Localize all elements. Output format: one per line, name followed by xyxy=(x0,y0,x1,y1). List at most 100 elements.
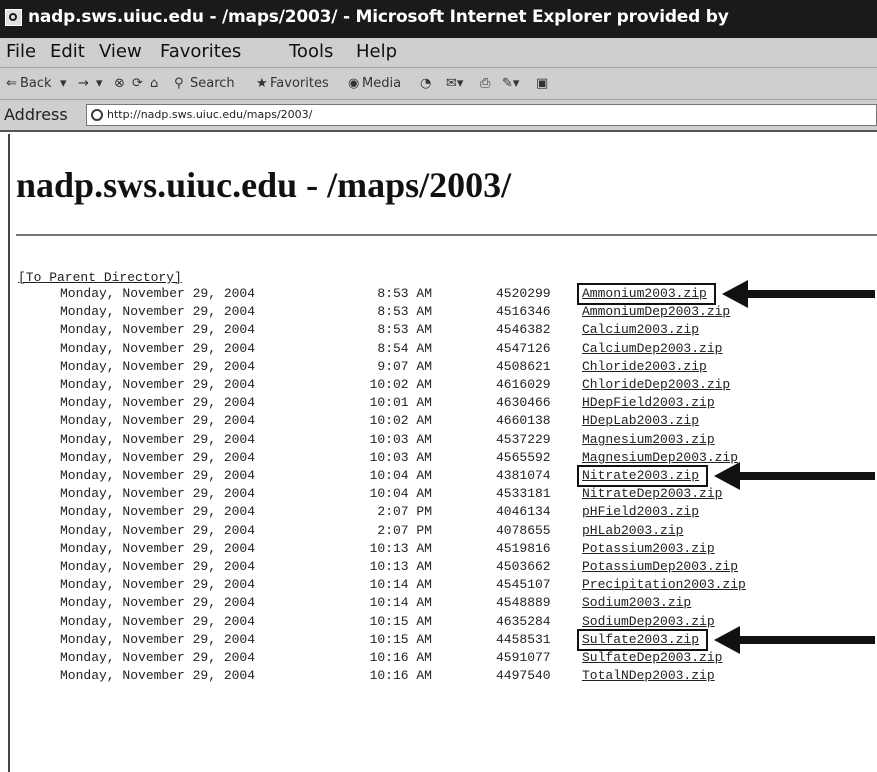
page-content: nadp.sws.uiuc.edu - /maps/2003/ [To Pare… xyxy=(0,134,877,772)
file-date: Monday, November 29, 2004 xyxy=(60,541,256,556)
file-time: 8:54 AM xyxy=(377,341,432,356)
back-arrow-icon: ⇐ xyxy=(6,76,17,91)
file-size: 4520299 xyxy=(496,286,551,301)
file-link[interactable]: CalciumDep2003.zip xyxy=(582,341,722,356)
file-link[interactable]: SodiumDep2003.zip xyxy=(582,614,715,629)
file-size: 4547126 xyxy=(496,341,551,356)
pointer-arrow xyxy=(714,462,875,490)
file-link[interactable]: pHLab2003.zip xyxy=(582,523,683,538)
file-date: Monday, November 29, 2004 xyxy=(60,632,256,647)
forward-icon[interactable]: → xyxy=(78,76,89,91)
file-link[interactable]: Magnesium2003.zip xyxy=(582,432,715,447)
file-date: Monday, November 29, 2004 xyxy=(60,359,256,374)
file-link[interactable]: SulfateDep2003.zip xyxy=(582,650,722,665)
file-time: 10:13 AM xyxy=(369,559,432,574)
highlight-box xyxy=(577,629,708,651)
back-dropdown-icon[interactable]: ▾ xyxy=(60,76,67,91)
file-time: 8:53 AM xyxy=(377,286,432,301)
file-date: Monday, November 29, 2004 xyxy=(60,413,256,428)
media-icon: ◉ xyxy=(348,76,360,91)
forward-dropdown-icon[interactable]: ▾ xyxy=(96,76,103,91)
file-date: Monday, November 29, 2004 xyxy=(60,341,256,356)
file-size: 4381074 xyxy=(496,468,551,483)
file-link[interactable]: Sodium2003.zip xyxy=(582,595,691,610)
window-left-border xyxy=(8,134,10,772)
file-size: 4503662 xyxy=(496,559,551,574)
address-bar: Address http://nadp.sws.uiuc.edu/maps/20… xyxy=(0,100,877,132)
menu-edit[interactable]: Edit xyxy=(50,41,85,62)
file-link[interactable]: HDepField2003.zip xyxy=(582,395,715,410)
file-date: Monday, November 29, 2004 xyxy=(60,614,256,629)
file-link[interactable]: AmmoniumDep2003.zip xyxy=(582,304,730,319)
file-link[interactable]: TotalNDep2003.zip xyxy=(582,668,715,683)
file-date: Monday, November 29, 2004 xyxy=(60,668,256,683)
file-time: 10:04 AM xyxy=(369,468,432,483)
menu-help[interactable]: Help xyxy=(356,41,397,62)
menu-favorites[interactable]: Favorites xyxy=(160,41,241,62)
stop-icon[interactable]: ⊗ xyxy=(114,76,125,91)
file-size: 4591077 xyxy=(496,650,551,665)
file-time: 10:13 AM xyxy=(369,541,432,556)
file-size: 4497540 xyxy=(496,668,551,683)
pointer-arrow xyxy=(722,280,875,308)
address-label: Address xyxy=(4,105,68,124)
file-size: 4630466 xyxy=(496,395,551,410)
file-time: 10:14 AM xyxy=(369,577,432,592)
file-time: 10:14 AM xyxy=(369,595,432,610)
page-title: nadp.sws.uiuc.edu - /maps/2003/ xyxy=(16,165,512,205)
file-time: 10:01 AM xyxy=(369,395,432,410)
favorites-button[interactable]: Favorites xyxy=(270,76,329,91)
file-link[interactable]: Calcium2003.zip xyxy=(582,322,699,337)
file-date: Monday, November 29, 2004 xyxy=(60,523,256,538)
media-button[interactable]: Media xyxy=(362,76,401,91)
menu-file[interactable]: File xyxy=(6,41,36,62)
file-size: 4516346 xyxy=(496,304,551,319)
file-time: 2:07 PM xyxy=(377,523,432,538)
file-link[interactable]: Chloride2003.zip xyxy=(582,359,707,374)
file-size: 4458531 xyxy=(496,632,551,647)
file-link[interactable]: HDepLab2003.zip xyxy=(582,413,699,428)
file-link[interactable]: NitrateDep2003.zip xyxy=(582,486,722,501)
mail-icon[interactable]: ✉▾ xyxy=(446,76,463,91)
file-time: 2:07 PM xyxy=(377,504,432,519)
highlight-box xyxy=(577,465,708,487)
search-button[interactable]: Search xyxy=(190,76,235,91)
file-time: 10:16 AM xyxy=(369,650,432,665)
ie-app-icon[interactable] xyxy=(5,9,22,26)
edit-icon[interactable]: ✎▾ xyxy=(502,76,519,91)
page-icon xyxy=(91,109,103,121)
file-link[interactable]: Precipitation2003.zip xyxy=(582,577,746,592)
file-link[interactable]: PotassiumDep2003.zip xyxy=(582,559,738,574)
menu-tools[interactable]: Tools xyxy=(289,41,333,62)
file-time: 10:02 AM xyxy=(369,413,432,428)
file-size: 4546382 xyxy=(496,322,551,337)
file-size: 4548889 xyxy=(496,595,551,610)
file-size: 4078655 xyxy=(496,523,551,538)
file-time: 10:15 AM xyxy=(369,614,432,629)
file-time: 8:53 AM xyxy=(377,304,432,319)
address-input[interactable]: http://nadp.sws.uiuc.edu/maps/2003/ xyxy=(86,104,877,126)
history-icon[interactable]: ◔ xyxy=(420,76,431,91)
address-value[interactable]: http://nadp.sws.uiuc.edu/maps/2003/ xyxy=(107,108,312,121)
file-date: Monday, November 29, 2004 xyxy=(60,450,256,465)
file-time: 10:03 AM xyxy=(369,450,432,465)
print-icon[interactable]: ⎙ xyxy=(480,76,490,91)
file-date: Monday, November 29, 2004 xyxy=(60,304,256,319)
menu-view[interactable]: View xyxy=(99,41,142,62)
refresh-icon[interactable]: ⟳ xyxy=(132,76,143,91)
file-date: Monday, November 29, 2004 xyxy=(60,432,256,447)
file-date: Monday, November 29, 2004 xyxy=(60,559,256,574)
file-time: 10:02 AM xyxy=(369,377,432,392)
back-button[interactable]: Back xyxy=(20,76,52,91)
file-size: 4046134 xyxy=(496,504,551,519)
file-size: 4635284 xyxy=(496,614,551,629)
file-link[interactable]: ChlorideDep2003.zip xyxy=(582,377,730,392)
home-icon[interactable]: ⌂ xyxy=(150,76,158,91)
file-link[interactable]: Potassium2003.zip xyxy=(582,541,715,556)
parent-directory-link[interactable]: [To Parent Directory] xyxy=(18,270,182,285)
divider xyxy=(16,234,877,236)
file-size: 4533181 xyxy=(496,486,551,501)
file-link[interactable]: pHField2003.zip xyxy=(582,504,699,519)
discuss-icon[interactable]: ▣ xyxy=(536,76,548,91)
file-date: Monday, November 29, 2004 xyxy=(60,468,256,483)
